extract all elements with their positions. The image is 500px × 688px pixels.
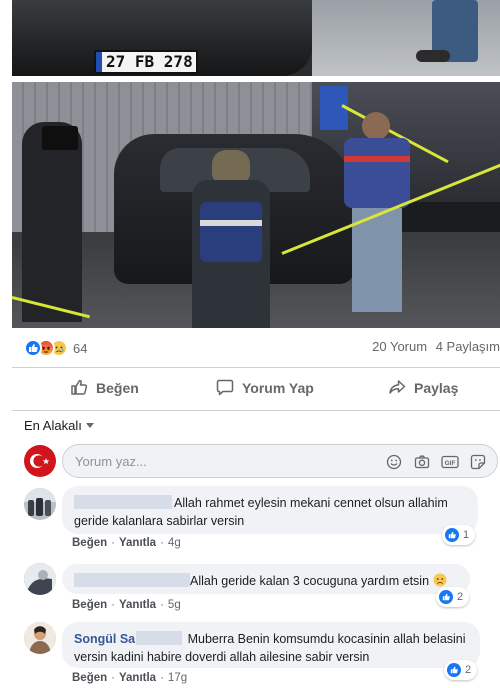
redacted-author-surname xyxy=(136,631,183,645)
comment-sort-dropdown[interactable]: En Alakalı xyxy=(24,418,94,433)
comment-reaction-count: 1 xyxy=(463,529,470,541)
gendarme-vest xyxy=(200,202,262,262)
comment-like-link[interactable]: Beğen xyxy=(72,672,107,684)
emoji-icon[interactable] xyxy=(385,453,403,471)
like-icon xyxy=(447,663,461,677)
comment-time[interactable]: 17g xyxy=(168,672,187,684)
comment-time[interactable]: 5g xyxy=(168,599,181,611)
post-counts: 20 Yorum 4 Paylaşım xyxy=(372,339,500,354)
comment-reaction-badge[interactable]: 1 xyxy=(442,525,476,545)
share-button-label: Paylaş xyxy=(414,380,459,396)
investigator-vest xyxy=(344,138,410,208)
commenter-avatar[interactable] xyxy=(24,622,56,654)
comment-input[interactable] xyxy=(75,452,375,470)
investigator-head xyxy=(362,112,390,140)
comment-reaction-count: 2 xyxy=(465,664,472,676)
reaction-summary[interactable]: 64 xyxy=(24,338,87,358)
gendarme-helmet xyxy=(212,150,250,182)
divider xyxy=(12,367,500,368)
caret-down-icon xyxy=(85,423,94,428)
like-button-label: Beğen xyxy=(96,380,139,396)
comment-button-label: Yorum Yap xyxy=(242,380,314,396)
left-gutter xyxy=(0,0,12,688)
comment-author[interactable]: Songül Sa xyxy=(74,632,135,646)
like-icon xyxy=(439,590,453,604)
post-photo-top[interactable]: 27 FB 278 xyxy=(12,0,500,76)
comment-bubble: Songül Sa Muberra Benin komsumdu kocasin… xyxy=(62,622,480,668)
license-plate: 27 FB 278 xyxy=(94,50,198,74)
comment-button[interactable]: Yorum Yap xyxy=(216,370,314,406)
comment-reply-link[interactable]: Yanıtla xyxy=(119,672,156,684)
thumbs-up-icon xyxy=(70,378,88,399)
sticker-icon[interactable] xyxy=(469,453,487,471)
comment-count-link[interactable]: 20 Yorum xyxy=(372,339,427,354)
vest-reflective-strip xyxy=(200,220,262,226)
commenter-avatar[interactable] xyxy=(24,563,56,595)
sad-emoji-icon xyxy=(433,573,447,588)
divider xyxy=(12,410,500,411)
like-button[interactable]: Beğen xyxy=(70,370,139,406)
redacted-author-name xyxy=(74,495,172,509)
like-icon xyxy=(445,528,459,542)
share-count-link[interactable]: 4 Paylaşım xyxy=(436,339,500,354)
comment-meta: Beğen · Yanıtla · 5g xyxy=(72,599,181,611)
comment-reply-link[interactable]: Yanıtla xyxy=(119,599,156,611)
comment-reaction-count: 2 xyxy=(457,591,464,603)
sort-label: En Alakalı xyxy=(24,418,82,433)
comment-input-box[interactable]: GIF xyxy=(62,444,498,478)
reaction-count: 64 xyxy=(73,340,88,356)
post-photo-main[interactable] xyxy=(12,82,500,328)
like-icon xyxy=(24,339,42,357)
comment-meta: Beğen · Yanıtla · 17g xyxy=(72,672,188,684)
redacted-author-name xyxy=(74,573,192,587)
camera-icon[interactable] xyxy=(413,453,431,471)
comment-time[interactable]: 4g xyxy=(168,537,181,549)
person-shoe xyxy=(416,50,450,62)
comment-reply-link[interactable]: Yanıtla xyxy=(119,537,156,549)
cameraman xyxy=(22,122,82,322)
comment-bubble-text: Allah geride kalan 3 cocuguna yardım ets… xyxy=(190,564,470,594)
investigator xyxy=(342,112,412,312)
share-button[interactable]: Paylaş xyxy=(388,370,458,406)
comment-like-link[interactable]: Beğen xyxy=(72,599,107,611)
comment-icon xyxy=(216,378,234,399)
share-arrow-icon xyxy=(388,378,406,399)
video-camera xyxy=(42,126,78,150)
gif-icon[interactable]: GIF xyxy=(441,453,459,471)
gendarme xyxy=(188,150,272,328)
svg-text:GIF: GIF xyxy=(445,460,456,467)
commenter-avatar[interactable] xyxy=(24,488,56,520)
vest-stripe xyxy=(344,156,410,162)
comment-input-tools: GIF xyxy=(385,453,487,471)
comment-reaction-badge[interactable]: 2 xyxy=(444,660,478,680)
comment-bubble: Allah rahmet eylesin mekani cennet olsun… xyxy=(62,486,478,534)
comment-text: Allah geride kalan 3 cocuguna yardım ets… xyxy=(190,574,430,588)
current-user-avatar[interactable] xyxy=(24,445,56,477)
comment-like-link[interactable]: Beğen xyxy=(72,537,107,549)
comment-reaction-badge[interactable]: 2 xyxy=(436,587,470,607)
comment-meta: Beğen · Yanıtla · 4g xyxy=(72,537,181,549)
